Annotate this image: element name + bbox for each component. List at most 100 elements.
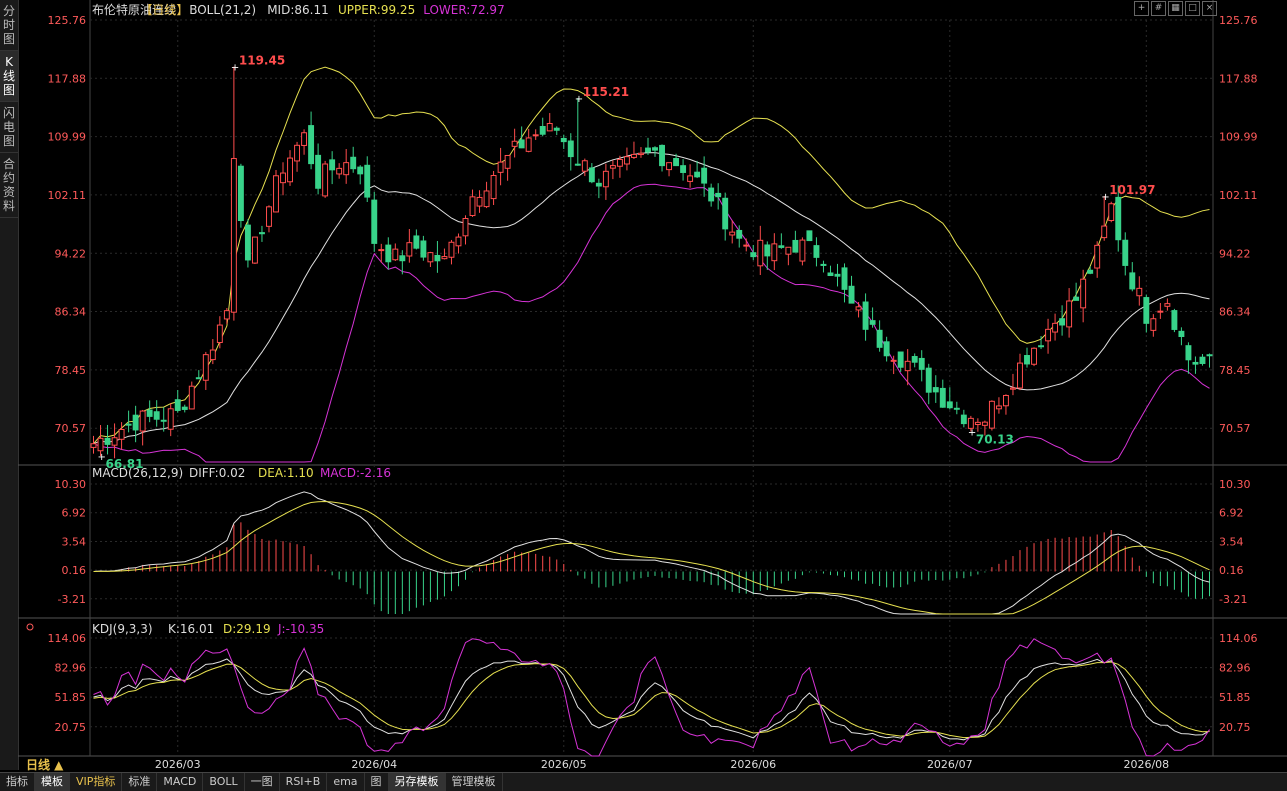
candle-body	[1087, 269, 1094, 274]
candle-body	[588, 167, 595, 183]
candle-body	[799, 239, 806, 262]
candle-body	[918, 357, 925, 370]
y-tick-right: 117.88	[1219, 72, 1258, 85]
crosshair-icon[interactable]: +	[1134, 1, 1149, 16]
bottom-tab-8[interactable]: ema	[327, 773, 365, 791]
candle-body	[188, 385, 195, 410]
candle-body	[280, 172, 286, 184]
candle-body	[511, 140, 518, 147]
y-tick-right: 0.16	[1219, 564, 1244, 577]
candle-body	[1002, 394, 1009, 407]
sidebar-tab-3[interactable]: 合约资料	[0, 153, 18, 218]
candle-body	[820, 263, 827, 266]
candle-body	[581, 160, 588, 172]
candle-body	[371, 199, 378, 244]
bottom-tab-bar: 指标 模板 VIP指标 标准 MACD BOLL 一图 RSI+B ema 图另存模板 管理模板	[0, 772, 1287, 791]
macd-diff: DIFF:0.02	[189, 466, 245, 480]
period-label[interactable]: 日线 ▲	[26, 756, 63, 773]
candle-body	[153, 411, 160, 420]
sidebar-tab-0[interactable]: 分时图	[0, 0, 18, 51]
bottom-tab-1[interactable]: 模板	[35, 773, 70, 791]
sidebar-tab-2[interactable]: 闪电图	[0, 102, 18, 153]
close-icon[interactable]: ×	[1202, 1, 1217, 16]
candle-body	[708, 187, 715, 202]
candle-body	[392, 248, 399, 261]
y-tick-right: 6.92	[1219, 507, 1244, 520]
candle-body	[518, 139, 525, 149]
candle-body	[476, 196, 483, 207]
y-tick-left: 51.85	[55, 691, 87, 704]
candle-body	[357, 166, 364, 175]
x-tick-label: 2026/04	[351, 758, 397, 770]
macd-dea: DEA:1.10	[258, 466, 314, 480]
candle-body	[953, 407, 960, 410]
candle-body	[1045, 328, 1052, 342]
bottom-tab-0[interactable]: 指标	[0, 773, 35, 791]
kdj-k: K:16.01	[168, 622, 214, 636]
y-tick-left: 10.30	[55, 478, 87, 491]
candle-body	[364, 164, 371, 198]
candle-body	[904, 360, 911, 372]
candle-body	[139, 410, 146, 432]
bottom-tab-3[interactable]: 标准	[122, 773, 158, 791]
candle-body	[602, 170, 609, 188]
x-tick-label: 2026/05	[541, 758, 587, 770]
bottom-tab-6[interactable]: 一图	[245, 773, 280, 791]
candle-body	[455, 236, 462, 247]
y-tick-right: 3.54	[1219, 535, 1244, 548]
candle-body	[230, 158, 237, 313]
candle-body	[1038, 345, 1044, 348]
candle-body	[251, 236, 258, 264]
candle-body	[855, 306, 862, 311]
candle-body	[1059, 318, 1066, 326]
candle-body	[118, 428, 125, 440]
bottom-tab-5[interactable]: BOLL	[203, 773, 245, 791]
candle-body	[1094, 244, 1101, 269]
candle-body	[1185, 345, 1192, 361]
candle-body	[287, 157, 293, 183]
window-icon[interactable]: □	[1185, 1, 1200, 16]
bottom-tab-9[interactable]: 图	[365, 773, 389, 791]
y-tick-left: 3.54	[62, 535, 87, 548]
x-tick-label: 2026/03	[155, 758, 201, 770]
chart-canvas[interactable]: 125.76 125.76 117.88 117.88 109.99 109.99 102.…	[18, 0, 1287, 770]
y-tick-left: -3.21	[58, 593, 86, 606]
y-tick-right: 20.75	[1219, 721, 1251, 734]
candle-body	[90, 443, 97, 448]
sidebar-tab-1[interactable]: K线图	[0, 51, 18, 102]
candle-body	[869, 320, 876, 325]
candle-body	[560, 137, 567, 143]
candle-body	[259, 232, 265, 235]
candle-body	[1052, 322, 1059, 333]
layout-icon[interactable]: ▦	[1168, 1, 1183, 16]
y-tick-right: 125.76	[1219, 14, 1258, 27]
candle-body	[722, 197, 729, 230]
bottom-tab-2[interactable]: VIP指标	[70, 773, 123, 791]
candle-body	[736, 229, 743, 239]
boll-label: BOLL(21,2)	[189, 3, 256, 17]
candle-body	[701, 167, 708, 184]
y-tick-left: 82.96	[55, 662, 87, 675]
candle-body	[378, 249, 385, 252]
kdj-title: KDJ(9,3,3)	[92, 622, 153, 636]
candle-body	[1080, 278, 1087, 309]
y-tick-left: 125.76	[48, 14, 87, 27]
bottom-tab-7[interactable]: RSI+B	[280, 773, 328, 791]
lower-label: LOWER:72.97	[423, 3, 505, 17]
y-tick-left: 6.92	[62, 507, 87, 520]
grid-icon[interactable]: #	[1151, 1, 1166, 16]
candle-body	[1024, 355, 1030, 365]
kdj-settings-icon	[26, 623, 34, 631]
candle-body	[146, 409, 153, 417]
candle-body	[834, 273, 841, 277]
bottom-tab-4[interactable]: MACD	[157, 773, 204, 791]
macd-diff-line	[93, 491, 1210, 615]
candle-body	[897, 351, 904, 368]
candle-body	[1150, 318, 1157, 331]
bottom-tab-11[interactable]: 管理模板	[446, 773, 503, 791]
candle-body	[1017, 362, 1023, 389]
candle-body	[1171, 310, 1178, 330]
candle-body	[399, 255, 406, 262]
mid-label: MID:86.11	[267, 3, 329, 17]
bottom-tab-10[interactable]: 另存模板	[388, 773, 446, 791]
